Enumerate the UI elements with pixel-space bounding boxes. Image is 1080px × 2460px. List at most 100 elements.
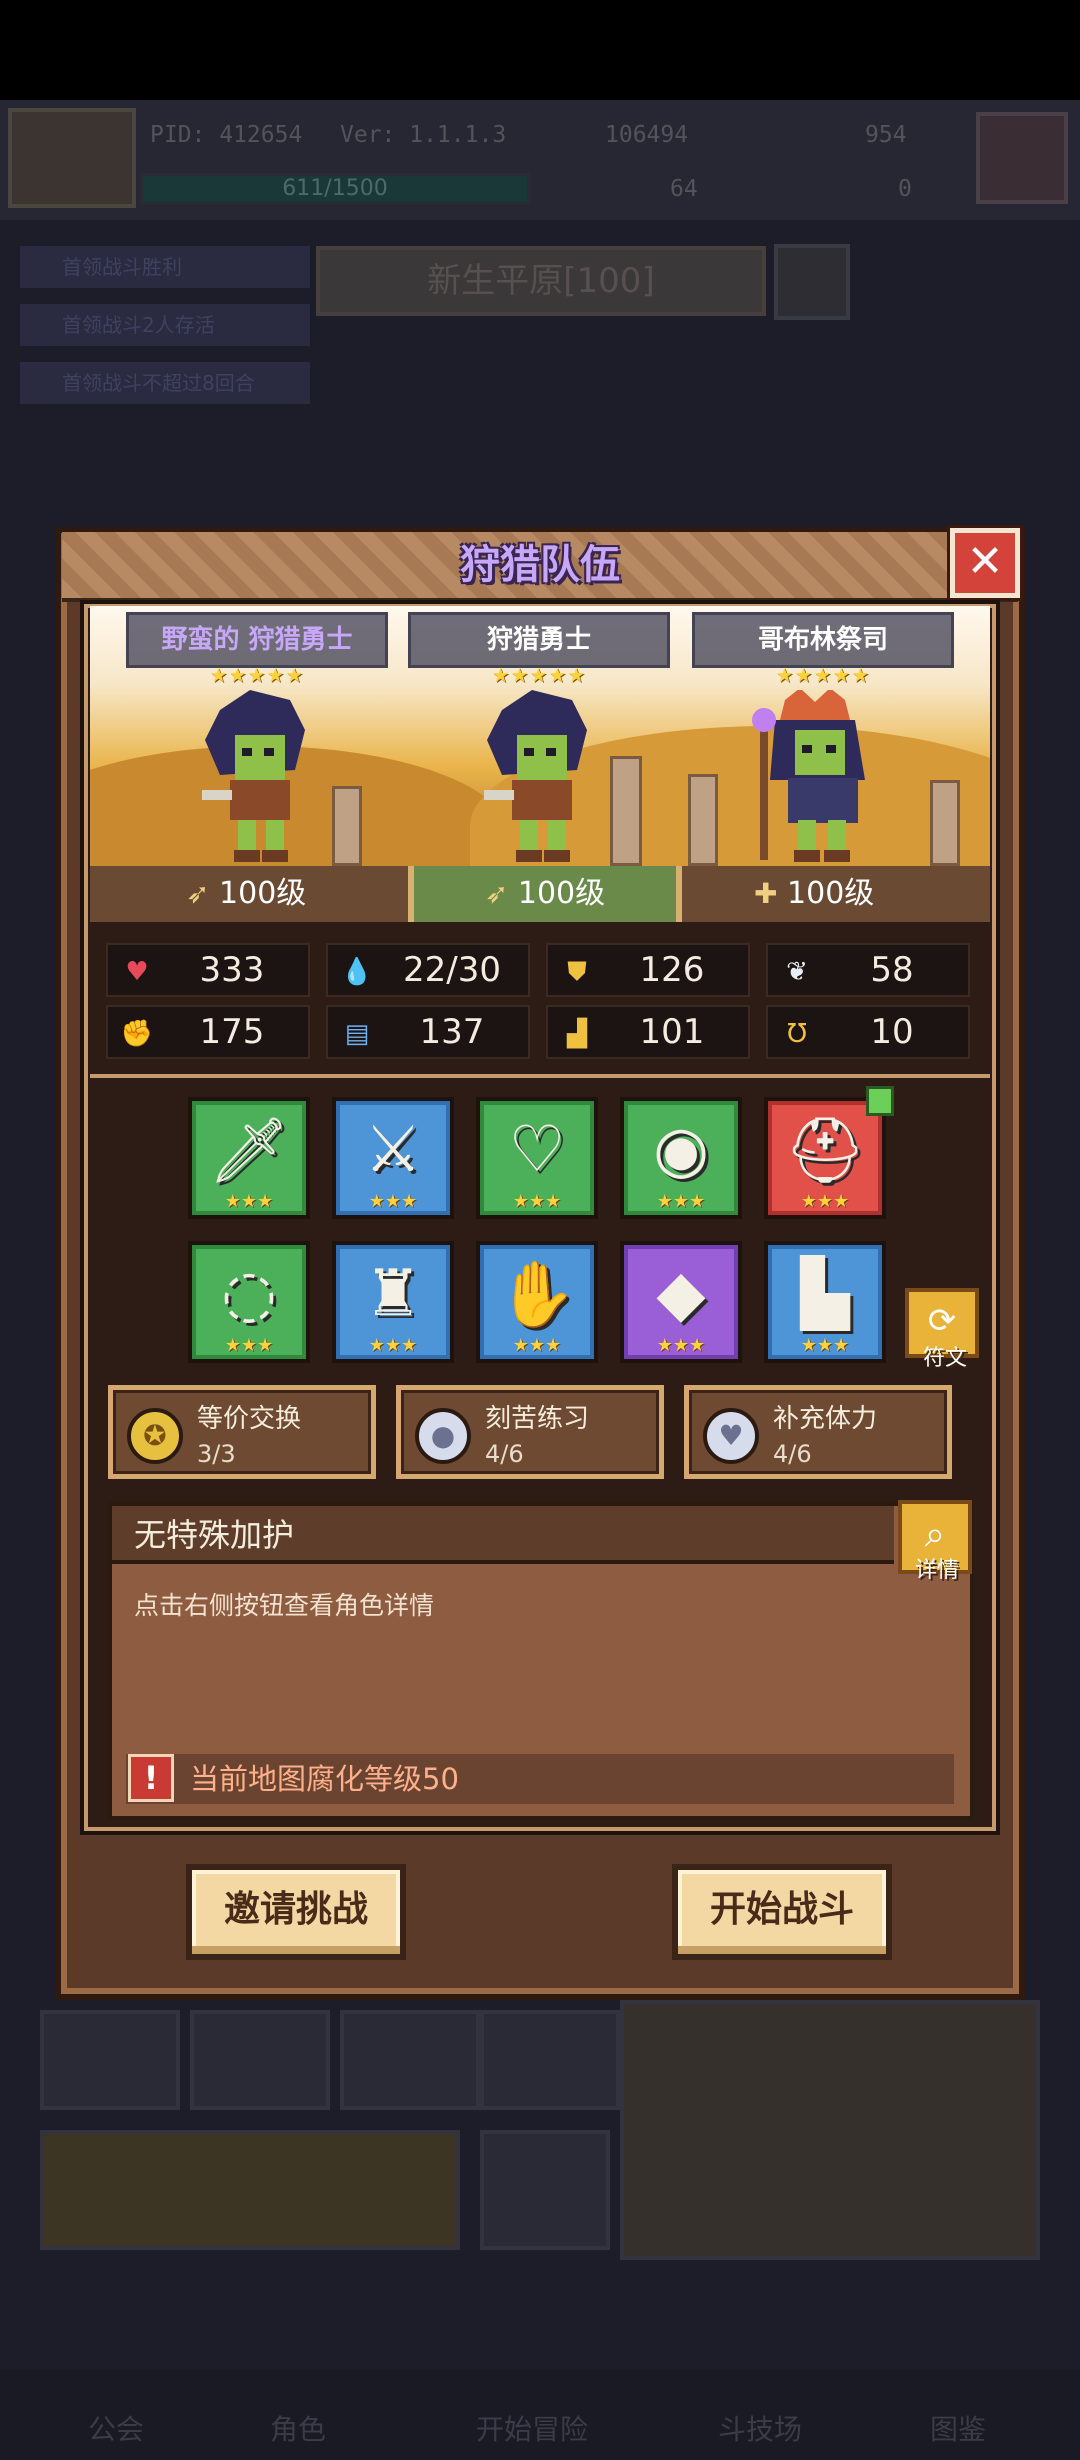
magnifier-icon: ⌕ [924, 1514, 946, 1555]
equip-bracelet[interactable]: ◌ ★★★ [188, 1241, 310, 1363]
equip-necklace[interactable]: ♡ ★★★ [476, 1097, 598, 1219]
member-2-stars: ★★★★★ [491, 663, 587, 687]
stat-agility: ▟ 101 [546, 1005, 750, 1059]
shield-icon: ⛊ [567, 957, 587, 987]
boots-icon: ▙ [800, 1257, 850, 1331]
nav-character[interactable]: 角色 [270, 2408, 326, 2448]
fence-post [610, 756, 642, 866]
nav-guild[interactable]: 公会 [88, 2408, 144, 2448]
start-battle-button[interactable]: 开始战斗 [672, 1864, 892, 1960]
gem-amount: 954 [865, 122, 907, 148]
pet-banner [40, 2130, 460, 2250]
boot-icon: ▟ [567, 1019, 587, 1049]
member-3-level[interactable]: ✚ 100级 [754, 866, 874, 922]
nav-arena[interactable]: 斗技场 [718, 2408, 802, 2448]
player-id: PID: 412654 [150, 122, 303, 148]
map-select-button[interactable]: 新生平原[100] [316, 246, 766, 316]
xp-bar: 611/1500 [140, 173, 530, 205]
gold-amount: 106494 [605, 122, 689, 148]
gem-icon: ◆ [656, 1257, 706, 1331]
inventory-slot [190, 2010, 330, 2110]
member-2-level-selected[interactable]: ➶ 100级 [408, 866, 682, 922]
member-3-name: 哥布林祭司 [692, 612, 954, 668]
game-version: Ver: 1.1.1.3 [340, 122, 507, 148]
heart-orb-icon: ♥ [703, 1408, 759, 1464]
currency-4-amount: 0 [898, 176, 912, 202]
glove-icon: ✋ [497, 1258, 577, 1332]
blessing-description: 点击右侧按钮查看角色详情 [134, 1591, 435, 1620]
detail-label: 详情 [914, 1558, 959, 1583]
nav-codex[interactable]: 图鉴 [930, 2408, 986, 2448]
member-3-stars: ★★★★★ [775, 663, 871, 687]
goblin-priest-sprite[interactable] [740, 690, 900, 865]
member-1-level[interactable]: ➶ 100级 [186, 866, 306, 922]
invite-challenge-button[interactable]: 邀请挑战 [186, 1864, 406, 1960]
stat-speed: ❦ 58 [766, 943, 970, 997]
heart-icon: ♥ [125, 957, 149, 987]
hard-training-card[interactable]: ● 刻苦练习 4/6 [396, 1385, 664, 1479]
status-bar [0, 0, 1080, 100]
quest-item: 首领战斗2人存活 [20, 304, 310, 346]
equip-armor[interactable]: ♜ ★★★ [332, 1241, 454, 1363]
refresh-icon: ⟳ [927, 1301, 957, 1341]
settings-button[interactable] [976, 112, 1068, 204]
equip-dagger[interactable]: ⚔ ★★★ [332, 1097, 454, 1219]
orc-hunter-sprite[interactable] [180, 690, 330, 865]
fence-post [930, 780, 960, 866]
fist-icon: ✊ [120, 1019, 154, 1049]
equal-exchange-card[interactable]: ✪ 等价交换 3/3 [108, 1385, 376, 1479]
medal-icon: ◉ [653, 1113, 709, 1187]
quest-item: 首领战斗胜利 [20, 246, 310, 288]
bow-icon: ➶ [484, 877, 509, 910]
equip-medal[interactable]: ◉ ★★★ [620, 1097, 742, 1219]
inventory-slot [480, 2010, 620, 2110]
fence-post [332, 786, 362, 866]
close-button[interactable]: ✕ [950, 528, 1020, 598]
equip-sword[interactable]: 🗡 ★★★ [188, 1097, 310, 1219]
water-drop-icon: 💧 [340, 957, 374, 987]
bow-icon: ➶ [186, 877, 210, 910]
fence-post [688, 774, 718, 866]
book-icon: ▤ [344, 1019, 370, 1049]
member-2-name: 狩猎勇士 [408, 612, 670, 668]
player-avatar[interactable] [8, 108, 136, 208]
blessing-header: 无特殊加护 [112, 1506, 894, 1564]
rune-label: 符文 [922, 1346, 967, 1371]
item-slot [480, 2130, 610, 2250]
corruption-warning: 当前地图腐化等级50 [190, 1762, 459, 1796]
stat-luck: Ʊ 10 [766, 1005, 970, 1059]
dagger-icon: ⚔ [364, 1113, 422, 1187]
restore-stamina-card[interactable]: ♥ 补充体力 4/6 [684, 1385, 952, 1479]
bracelet-icon: ◌ [221, 1257, 277, 1331]
armor-icon: ♜ [364, 1257, 422, 1331]
horseshoe-icon: Ʊ [787, 1019, 807, 1049]
stat-hp: ♥ 333 [106, 943, 310, 997]
quest-item: 首领战斗不超过8回合 [20, 362, 310, 404]
silver-orb-icon: ● [415, 1408, 471, 1464]
currency-3-amount: 64 [670, 176, 698, 202]
warning-icon: ! [128, 1754, 174, 1802]
divider [90, 1074, 990, 1078]
inventory-slot [340, 2010, 480, 2110]
equip-gem[interactable]: ◆ ★★★ [620, 1241, 742, 1363]
dialog-title: 狩猎队伍 [460, 542, 620, 588]
member-1-stars: ★★★★★ [209, 663, 305, 687]
orc-hunter-sprite[interactable] [462, 690, 612, 865]
sword-icon: 🗡 [208, 1114, 290, 1188]
inventory-slot [40, 2010, 180, 2110]
stat-magic: ▤ 137 [326, 1005, 530, 1059]
necklace-icon: ♡ [508, 1113, 566, 1187]
nav-start-adventure[interactable]: 开始冒险 [476, 2408, 588, 2448]
upgrade-arrow-icon [866, 1086, 894, 1116]
cross-shield-icon: ✚ [754, 877, 778, 910]
cauldron-area [620, 2000, 1040, 2260]
help-button[interactable] [774, 244, 850, 320]
stat-mana: 💧 22/30 [326, 943, 530, 997]
wing-icon: ❦ [786, 957, 808, 987]
equip-boots[interactable]: ▙ ★★★ [764, 1241, 886, 1363]
equip-gloves[interactable]: ✋ ★★★ [476, 1241, 598, 1363]
corruption-level: 50 [422, 1762, 459, 1796]
stat-defense: ⛊ 126 [546, 943, 750, 997]
member-1-name: 野蛮的 狩猎勇士 [126, 612, 388, 668]
helmet-icon: ⛑ [784, 1114, 866, 1188]
